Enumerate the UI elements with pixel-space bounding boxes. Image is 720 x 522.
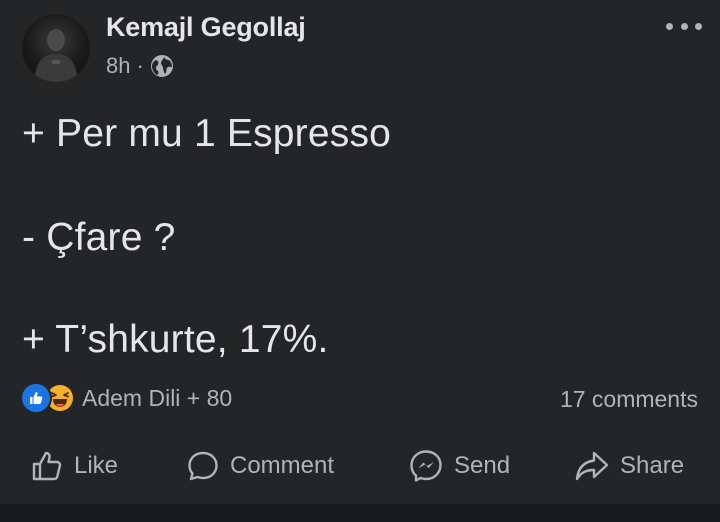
more-dot bbox=[680, 22, 688, 30]
post-actions-bar: Like Comment Send Share bbox=[0, 440, 720, 492]
post-text-line: + Per mu 1 Espresso bbox=[22, 112, 392, 155]
meta-separator: · bbox=[136, 53, 144, 78]
send-label: Send bbox=[454, 452, 511, 479]
author-avatar[interactable] bbox=[22, 14, 90, 82]
reactions-text[interactable]: Adem Dili + 80 bbox=[82, 385, 232, 412]
post-meta: 8h · bbox=[106, 53, 174, 79]
share-icon bbox=[575, 451, 609, 481]
comment-label: Comment bbox=[230, 452, 335, 479]
send-button[interactable]: Send bbox=[408, 440, 510, 492]
more-options-icon[interactable] bbox=[666, 18, 702, 34]
like-icon bbox=[32, 451, 62, 481]
post-text-line: + T’shkurte, 17%. bbox=[22, 318, 329, 361]
globe-icon[interactable] bbox=[150, 54, 174, 78]
comments-count[interactable]: 17 comments bbox=[560, 386, 698, 413]
feed-divider bbox=[0, 504, 720, 522]
like-reaction-icon bbox=[20, 382, 52, 414]
more-dot bbox=[666, 22, 673, 30]
messenger-icon bbox=[410, 450, 442, 482]
share-button[interactable]: Share bbox=[574, 440, 684, 492]
post-time[interactable]: 8h bbox=[106, 53, 130, 79]
post-text-line: - Çfare ? bbox=[22, 216, 176, 259]
like-label: Like bbox=[74, 452, 119, 479]
more-dot bbox=[695, 22, 702, 30]
author-name[interactable]: Kemajl Gegollaj bbox=[106, 12, 306, 43]
comment-button[interactable]: Comment bbox=[186, 440, 334, 492]
share-label: Share bbox=[620, 452, 685, 479]
post-card: Kemajl Gegollaj 8h · + Per mu 1 Espresso… bbox=[0, 0, 720, 504]
reactions-summary[interactable]: Adem Dili + 80 bbox=[20, 382, 232, 414]
like-button[interactable]: Like bbox=[30, 440, 118, 492]
comment-icon bbox=[188, 451, 218, 481]
